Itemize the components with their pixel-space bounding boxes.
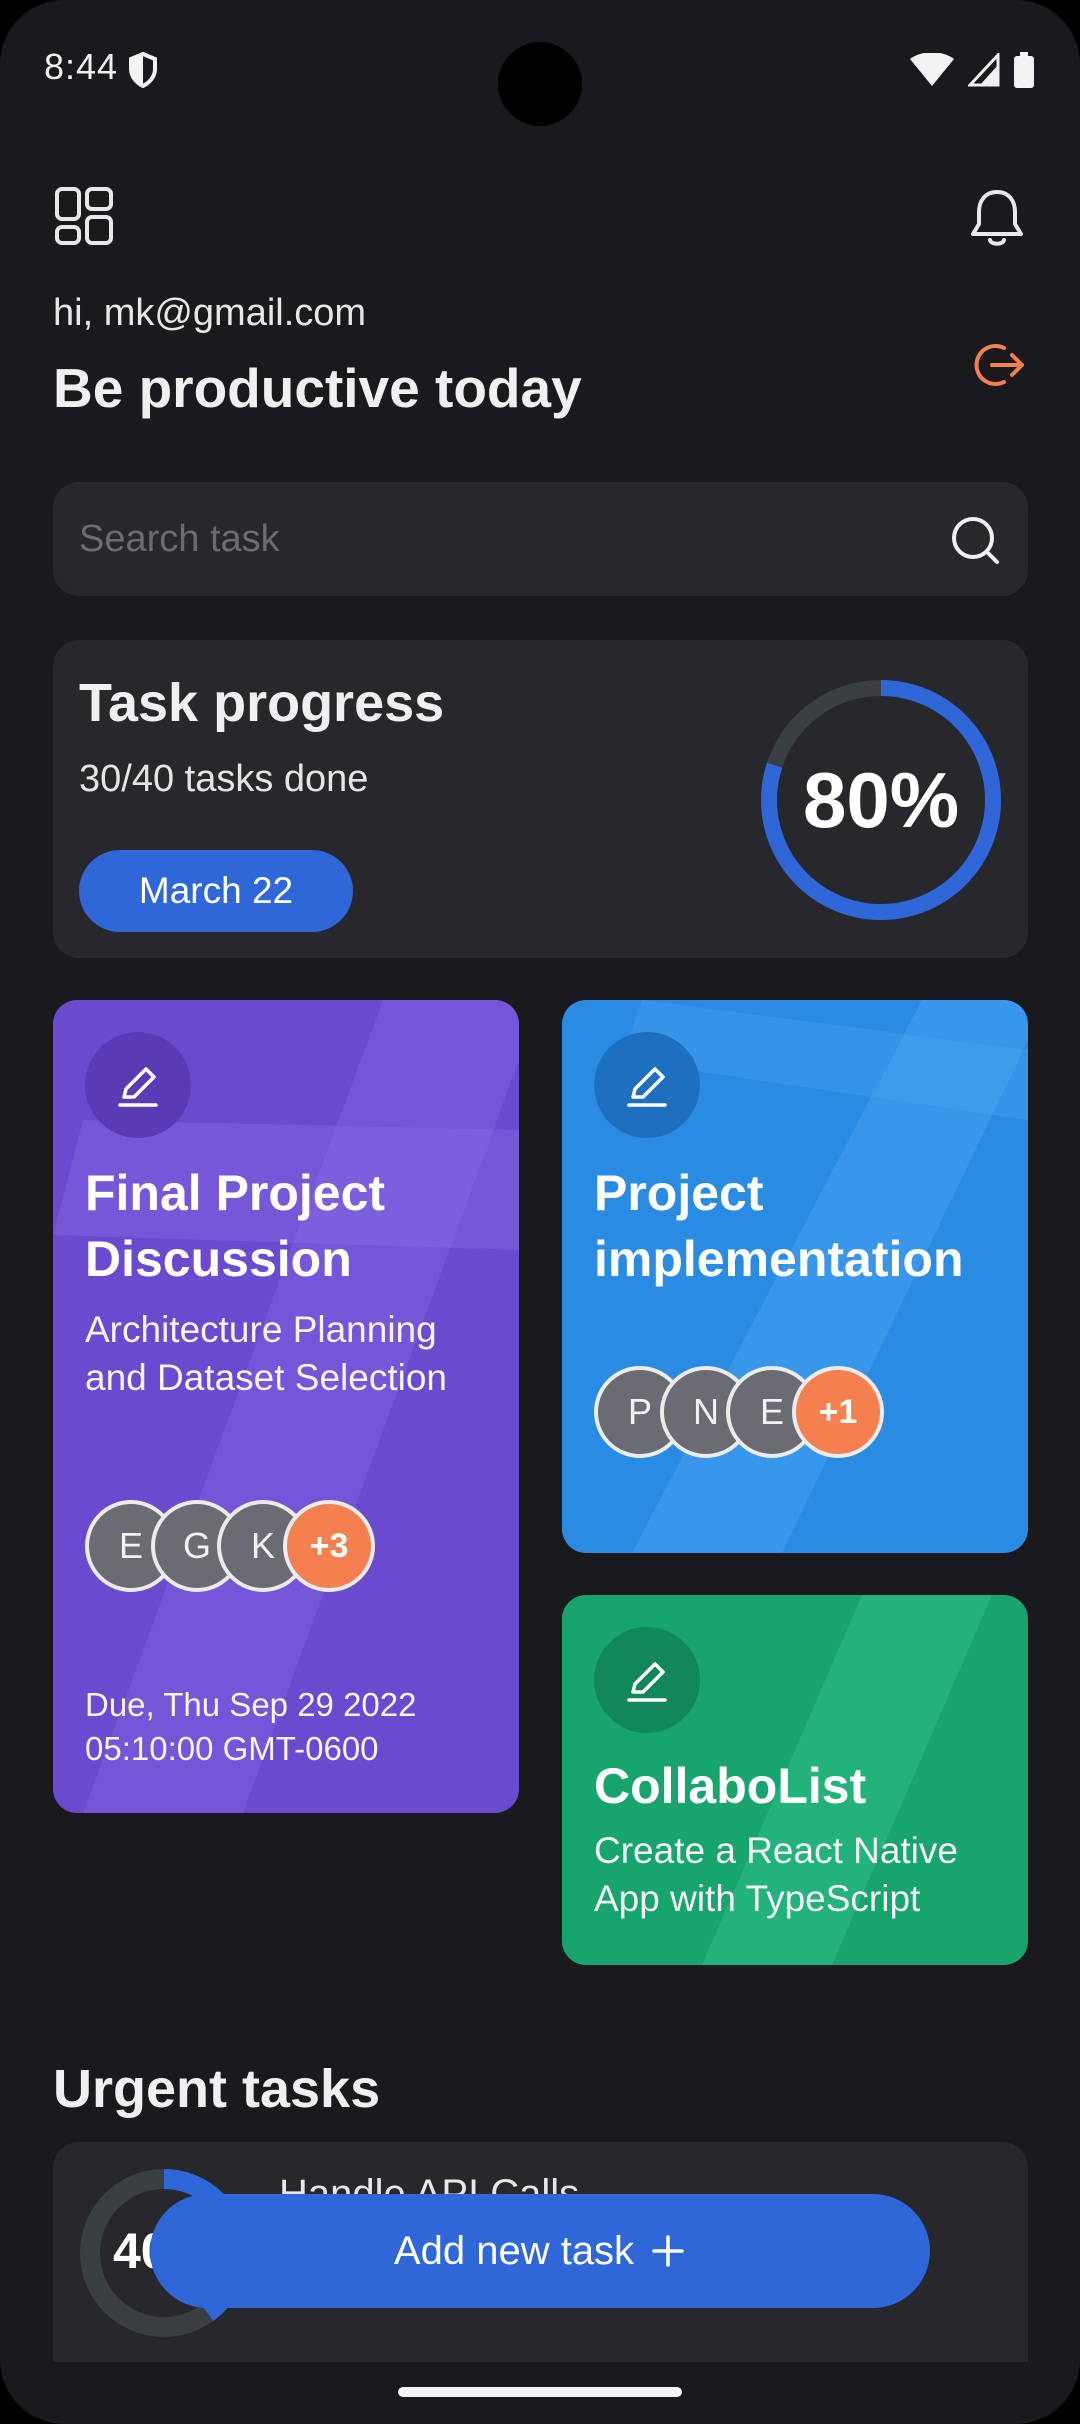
app-screen: 8:44 hi, mk@gmail.com Be productive toda… [0,0,1080,2424]
battery-icon [1014,52,1034,88]
card-description: Create a React Native [594,1830,959,1871]
pencil-icon [627,1067,667,1107]
status-bar: 8:44 [0,0,1080,140]
date-button[interactable]: March 22 [79,850,353,932]
card-description: Architecture Planning [85,1309,437,1350]
camera-cutout [498,42,582,126]
progress-subtitle: 30/40 tasks done [79,758,369,800]
edit-button[interactable] [594,1627,700,1733]
progress-percent: 80% [802,755,960,844]
card-title: Final Project [85,1165,386,1221]
page-title: Be productive today [53,357,582,419]
add-task-label: Add new task [393,2228,635,2273]
task-progress-card: Task progress 30/40 tasks done March 22 … [53,640,1028,958]
task-card-project-implementation[interactable]: Project implementation P N E +1 [562,1000,1028,1553]
edit-button[interactable] [594,1032,700,1138]
task-card-final-project[interactable]: Final Project Discussion Architecture Pl… [53,1000,519,1813]
home-indicator[interactable] [398,2387,682,2397]
search-icon[interactable] [950,515,1002,567]
task-card-collabolist[interactable]: CollaboList Create a React Native App wi… [562,1595,1028,1965]
pencil-icon [118,1067,158,1107]
wifi-icon [910,53,954,86]
card-description: and Dataset Selection [85,1357,448,1398]
status-time: 8:44 [44,46,119,87]
more-members-badge: +3 [283,1500,375,1592]
more-members-badge: +1 [792,1366,884,1458]
edit-button[interactable] [85,1032,191,1138]
grid-menu-icon[interactable] [54,186,114,246]
due-date: Due, Thu Sep 29 2022 [85,1686,417,1723]
card-description: App with TypeScript [594,1878,921,1919]
add-new-task-button[interactable]: Add new task [150,2194,930,2308]
card-title: Discussion [85,1231,352,1287]
search-input[interactable] [79,482,929,596]
shield-icon [129,52,157,88]
urgent-tasks-heading: Urgent tasks [53,2059,381,2119]
card-title: Project [594,1165,764,1221]
card-title: implementation [594,1231,964,1287]
greeting-text: hi, mk@gmail.com [53,292,367,334]
progress-title: Task progress [79,673,445,733]
card-title: CollaboList [594,1758,867,1814]
search-bar [53,482,1028,596]
plus-icon [652,2235,684,2267]
bell-icon[interactable] [968,186,1026,248]
due-time: 05:10:00 GMT-0600 [85,1730,379,1767]
logout-icon[interactable] [974,340,1026,390]
pencil-icon [627,1662,667,1702]
signal-icon [968,53,1000,87]
